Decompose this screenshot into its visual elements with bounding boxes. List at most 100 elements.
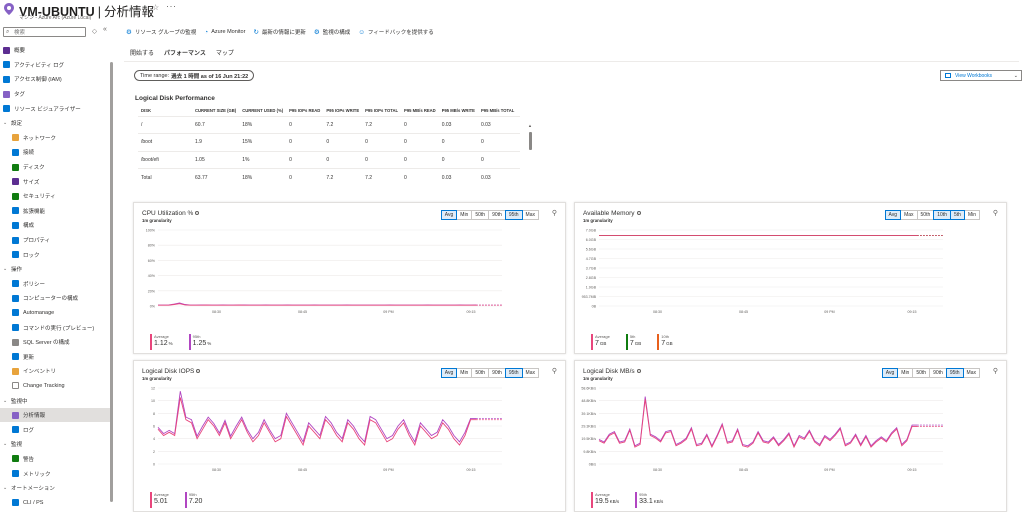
sidebar-item-25[interactable]: 分析情報 — [0, 407, 110, 423]
legend-item[interactable]: 95th 33.1KB/s — [635, 492, 663, 508]
sidebar-item-20[interactable]: SQL Server の構成 — [0, 335, 110, 350]
table-cell: 63.77 — [192, 168, 240, 186]
sidebar-item-4[interactable]: リソース ビジュアライザー — [0, 101, 110, 116]
collapse-menu-icon[interactable]: « — [103, 26, 107, 33]
legend-item[interactable]: Average 7GB — [591, 334, 610, 350]
column-header[interactable]: CURRENT USED (%) — [239, 106, 286, 116]
command-label: Azure Monitor — [211, 29, 246, 35]
column-header[interactable]: P95 MB/s WRITE — [439, 106, 478, 116]
menu-item-icon — [12, 426, 19, 434]
sidebar-item-16[interactable]: ポリシー — [0, 277, 110, 292]
command-3[interactable]: ⚙ 監視の構成 — [314, 27, 350, 37]
sidebar-item-13[interactable]: プロパティ — [0, 233, 110, 248]
y-tick-label: 0B — [592, 305, 597, 309]
sidebar-item-7[interactable]: 接続 — [0, 145, 110, 160]
command-0[interactable]: ⚙ リソース グループの監視 — [126, 27, 196, 37]
column-header[interactable]: DISK — [138, 106, 192, 116]
table-cell: 0.03 — [438, 168, 478, 186]
legend-item[interactable]: Average 5.01 — [150, 492, 169, 508]
sidebar-item-28[interactable]: 警告 — [0, 452, 110, 467]
table-cell: 15% — [239, 133, 287, 151]
command-4[interactable]: ☺ フィードバックを提供する — [358, 27, 434, 37]
x-tick-label: 08:30 — [653, 468, 662, 472]
legend-item[interactable]: 95th 7.20 — [184, 492, 204, 508]
menu-group-27[interactable]: ⌄ 監視 — [0, 437, 110, 452]
sidebar-item-8[interactable]: ディスク — [0, 160, 110, 175]
menu-search-input[interactable] — [14, 29, 84, 36]
table-cell: 0 — [477, 133, 520, 151]
table-cell: 1.9 — [192, 133, 240, 151]
toggle-menu-icon[interactable]: ◇ — [92, 27, 97, 35]
legend-swatch — [591, 334, 593, 350]
sidebar-item-17[interactable]: コンピューターの構成 — [0, 291, 110, 306]
tab-2[interactable]: マップ — [216, 48, 234, 62]
legend-item[interactable]: 10th 7GB — [657, 334, 673, 350]
sidebar-item-22[interactable]: インベントリ — [0, 364, 110, 379]
sidebar-item-23[interactable]: Change Tracking — [0, 379, 110, 394]
column-header[interactable]: CURRENT SIZE (GB) — [192, 106, 239, 116]
table-row[interactable]: Total 63.77 18% 0 7.2 7.2 0 0.03 0.03 — [138, 168, 520, 186]
table-cell: 1.05 — [192, 150, 240, 169]
table-row[interactable]: /60.7 18% 0 7.2 7.2 0 0.03 0.03 — [138, 115, 520, 134]
menu-scrollbar[interactable] — [110, 62, 113, 502]
menu-item-icon — [3, 90, 10, 98]
legend-value: 1.25% — [193, 340, 212, 347]
command-1[interactable]: ◔ Azure Monitor — [204, 27, 245, 37]
sidebar-item-31[interactable]: CLI / PS — [0, 495, 110, 510]
column-header[interactable]: P95 MB/s READ — [401, 106, 439, 116]
scroll-up-icon[interactable]: ▲ — [528, 123, 532, 128]
column-header[interactable]: P95 MB/s TOTAL — [478, 106, 520, 116]
tab-1[interactable]: パフォーマンス — [164, 48, 206, 62]
menu-group-30[interactable]: ⌄ オートメーション — [0, 481, 110, 496]
favorite-star-icon[interactable]: ☆ — [152, 3, 159, 12]
command-bar: ⚙ リソース グループの監視 ◔ Azure Monitor ↻ 最新の情報に更新 ⚙ 監視の… — [126, 27, 434, 37]
legend-item[interactable]: 95th 1.25% — [188, 334, 212, 350]
sidebar-item-18[interactable]: Automanage — [0, 306, 110, 321]
y-tick-label: 2.8GB — [586, 276, 597, 280]
menu-group-5[interactable]: ⌄ 設定 — [0, 116, 110, 131]
table-row[interactable]: /boot 1.9 15% 0 0 0 0 0 0 — [138, 133, 520, 151]
series-line-0 — [158, 303, 477, 306]
tab-0[interactable]: 開始する — [130, 48, 154, 62]
table-row[interactable]: /boot/efi 1.05 1% 0 0 0 0 0 0 — [138, 150, 520, 169]
menu-search-box[interactable]: ⌕ — [3, 27, 86, 37]
sidebar-item-3[interactable]: タグ — [0, 87, 110, 102]
command-2[interactable]: ↻ 最新の情報に更新 — [253, 27, 305, 37]
sidebar-item-9[interactable]: サイズ — [0, 174, 110, 189]
table-scrollbar[interactable] — [529, 132, 532, 150]
sidebar-item-label: メトリック — [23, 471, 51, 478]
legend-swatch — [591, 492, 593, 508]
time-range-picker[interactable]: Time range: 過去 1 時間 as of 16 Jun 21:22 — [134, 70, 255, 81]
sidebar-item-11[interactable]: 拡張機能 — [0, 204, 110, 219]
column-header[interactable]: P95 IOPs READ — [286, 106, 323, 116]
legend-name: 95th — [188, 492, 197, 497]
sidebar-item-21[interactable]: 更新 — [0, 349, 110, 364]
sidebar-item-19[interactable]: コマンドの実行 (プレビュー) — [0, 320, 110, 335]
sidebar-item-1[interactable]: アクティビティ ログ — [0, 58, 110, 73]
command-label: 最新の情報に更新 — [261, 30, 306, 36]
sidebar-item-0[interactable]: 概要 — [0, 43, 110, 58]
sidebar-item-29[interactable]: メトリック — [0, 466, 110, 481]
x-tick-label: 09:15 — [908, 468, 917, 472]
more-options-icon[interactable]: ··· — [166, 1, 177, 11]
sidebar-item-6[interactable]: ネットワーク — [0, 131, 110, 146]
menu-group-15[interactable]: ⌄ 操作 — [0, 262, 110, 277]
menu-item-icon — [12, 178, 19, 186]
sidebar-item-26[interactable]: ログ — [0, 422, 110, 437]
menu-group-24[interactable]: ⌄ 監視中 — [0, 393, 110, 408]
legend-item[interactable]: Average 1.12% — [150, 334, 173, 350]
menu-item-icon — [12, 309, 19, 317]
legend-item[interactable]: 5th 7GB — [625, 334, 641, 350]
sidebar-item-2[interactable]: アクセス制御 (IAM) — [0, 72, 110, 87]
series-line-1 — [157, 391, 477, 443]
column-header[interactable]: P95 IOPs WRITE — [323, 106, 362, 116]
view-workbooks-dropdown[interactable]: View Workbooks ⌄ — [940, 70, 1022, 81]
column-header[interactable]: P95 IOPs TOTAL — [362, 106, 401, 116]
sidebar-item-14[interactable]: ロック — [0, 247, 110, 262]
legend-swatch — [635, 492, 638, 508]
menu-item-icon — [12, 192, 19, 200]
sidebar-item-12[interactable]: 構成 — [0, 218, 110, 233]
y-tick-label: 19.5KB/s — [581, 437, 596, 441]
sidebar-item-10[interactable]: セキュリティ — [0, 189, 110, 204]
legend-item[interactable]: Average 19.5KB/s — [591, 492, 619, 508]
